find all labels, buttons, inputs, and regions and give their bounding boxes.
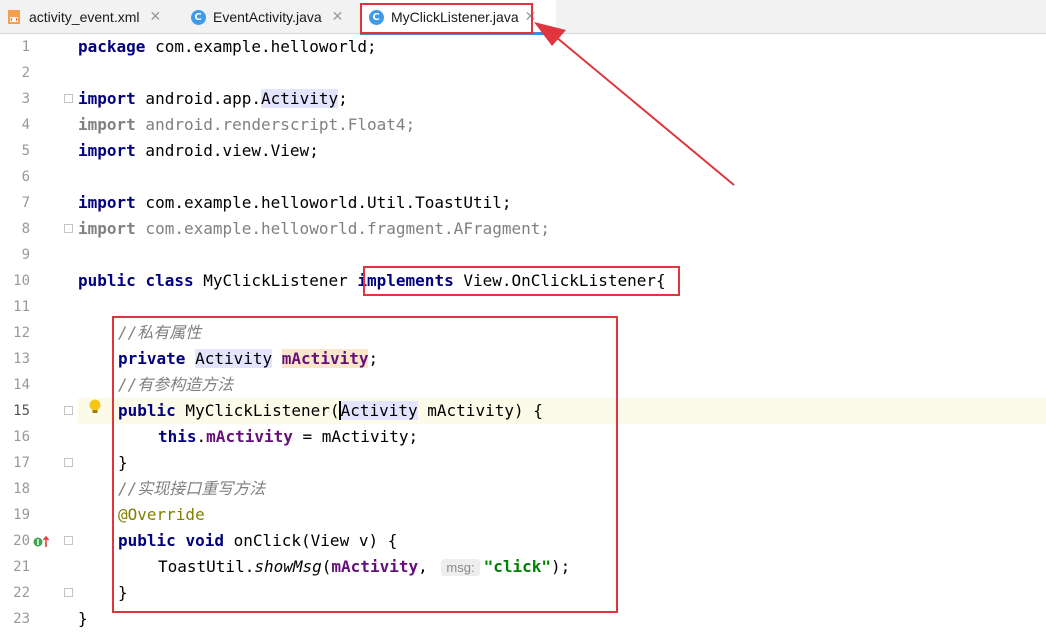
fold-marker-icon[interactable]	[64, 94, 73, 103]
line-number: 10	[13, 273, 30, 289]
tab-label: activity_event.xml	[29, 9, 140, 25]
line-number: 5	[21, 143, 30, 159]
line-number: 9	[21, 247, 30, 263]
fold-marker-icon[interactable]	[64, 588, 73, 597]
xml-file-icon	[6, 9, 22, 25]
fold-marker-icon[interactable]	[64, 224, 73, 233]
line-number: 2	[21, 65, 30, 81]
line-number: 17	[13, 455, 30, 471]
implement-method-icon[interactable]	[32, 534, 50, 550]
code-line-19: @Override	[118, 505, 205, 524]
tab-label: EventActivity.java	[213, 9, 322, 25]
line-number: 3	[21, 91, 30, 107]
line-number: 13	[13, 351, 30, 367]
line-number: 11	[13, 299, 30, 315]
line-number: 4	[21, 117, 30, 133]
code-line-21: ToastUtil.showMsg(mActivity, msg: "click"…	[158, 557, 571, 576]
code-line-10: public class MyClickListener implements …	[78, 271, 666, 290]
line-number: 15	[13, 403, 30, 419]
tab-my-click-listener-java[interactable]: C MyClickListener.java ✕	[360, 0, 556, 35]
line-number: 21	[13, 559, 30, 575]
code-line-23: }	[78, 609, 88, 628]
code-line-3: import android.app.Activity;	[78, 89, 348, 108]
code-line-20: public void onClick(View v) {	[118, 531, 398, 550]
line-number: 7	[21, 195, 30, 211]
code-line-1: package com.example.helloworld;	[78, 37, 377, 56]
code-line-18: //实现接口重写方法	[118, 479, 266, 498]
java-class-icon: C	[190, 9, 206, 25]
code-line-22: }	[118, 583, 128, 602]
editor-tab-bar: activity_event.xml ✕ C EventActivity.jav…	[0, 0, 1046, 35]
code-line-15: public MyClickListener(Activity mActivit…	[118, 401, 543, 420]
code-line-4: import android.renderscript.Float4;	[78, 115, 416, 134]
line-number: 22	[13, 585, 30, 601]
line-number: 1	[21, 39, 30, 55]
fold-marker-icon[interactable]	[64, 458, 73, 467]
code-line-5: import android.view.View;	[78, 141, 319, 160]
fold-marker-icon[interactable]	[64, 536, 73, 545]
line-number: 14	[13, 377, 30, 393]
annotation-arrow	[534, 22, 735, 186]
code-line-17: }	[118, 453, 128, 472]
code-line-12: //私有属性	[118, 323, 202, 342]
close-icon[interactable]: ✕	[149, 9, 161, 25]
parameter-hint: msg:	[441, 559, 480, 576]
line-number: 6	[21, 169, 30, 185]
java-class-icon: C	[368, 9, 384, 25]
code-line-7: import com.example.helloworld.Util.Toast…	[78, 193, 512, 212]
fold-marker-icon[interactable]	[64, 406, 73, 415]
code-line-16: this.mActivity = mActivity;	[158, 427, 419, 446]
line-number: 23	[13, 611, 30, 627]
tab-activity-event-xml[interactable]: activity_event.xml ✕	[6, 0, 182, 34]
line-number: 20	[13, 533, 30, 549]
tab-event-activity-java[interactable]: C EventActivity.java ✕	[190, 0, 358, 34]
line-number: 18	[13, 481, 30, 497]
code-line-13: private Activity mActivity;	[118, 349, 379, 368]
code-line-8: import com.example.helloworld.fragment.A…	[78, 219, 551, 238]
code-line-14: //有参构造方法	[118, 375, 234, 394]
close-icon[interactable]: ✕	[332, 9, 344, 25]
line-number: 16	[13, 429, 30, 445]
line-number: 12	[13, 325, 30, 341]
line-number: 19	[13, 507, 30, 523]
line-number: 8	[21, 221, 30, 237]
tab-label: MyClickListener.java	[391, 9, 519, 25]
